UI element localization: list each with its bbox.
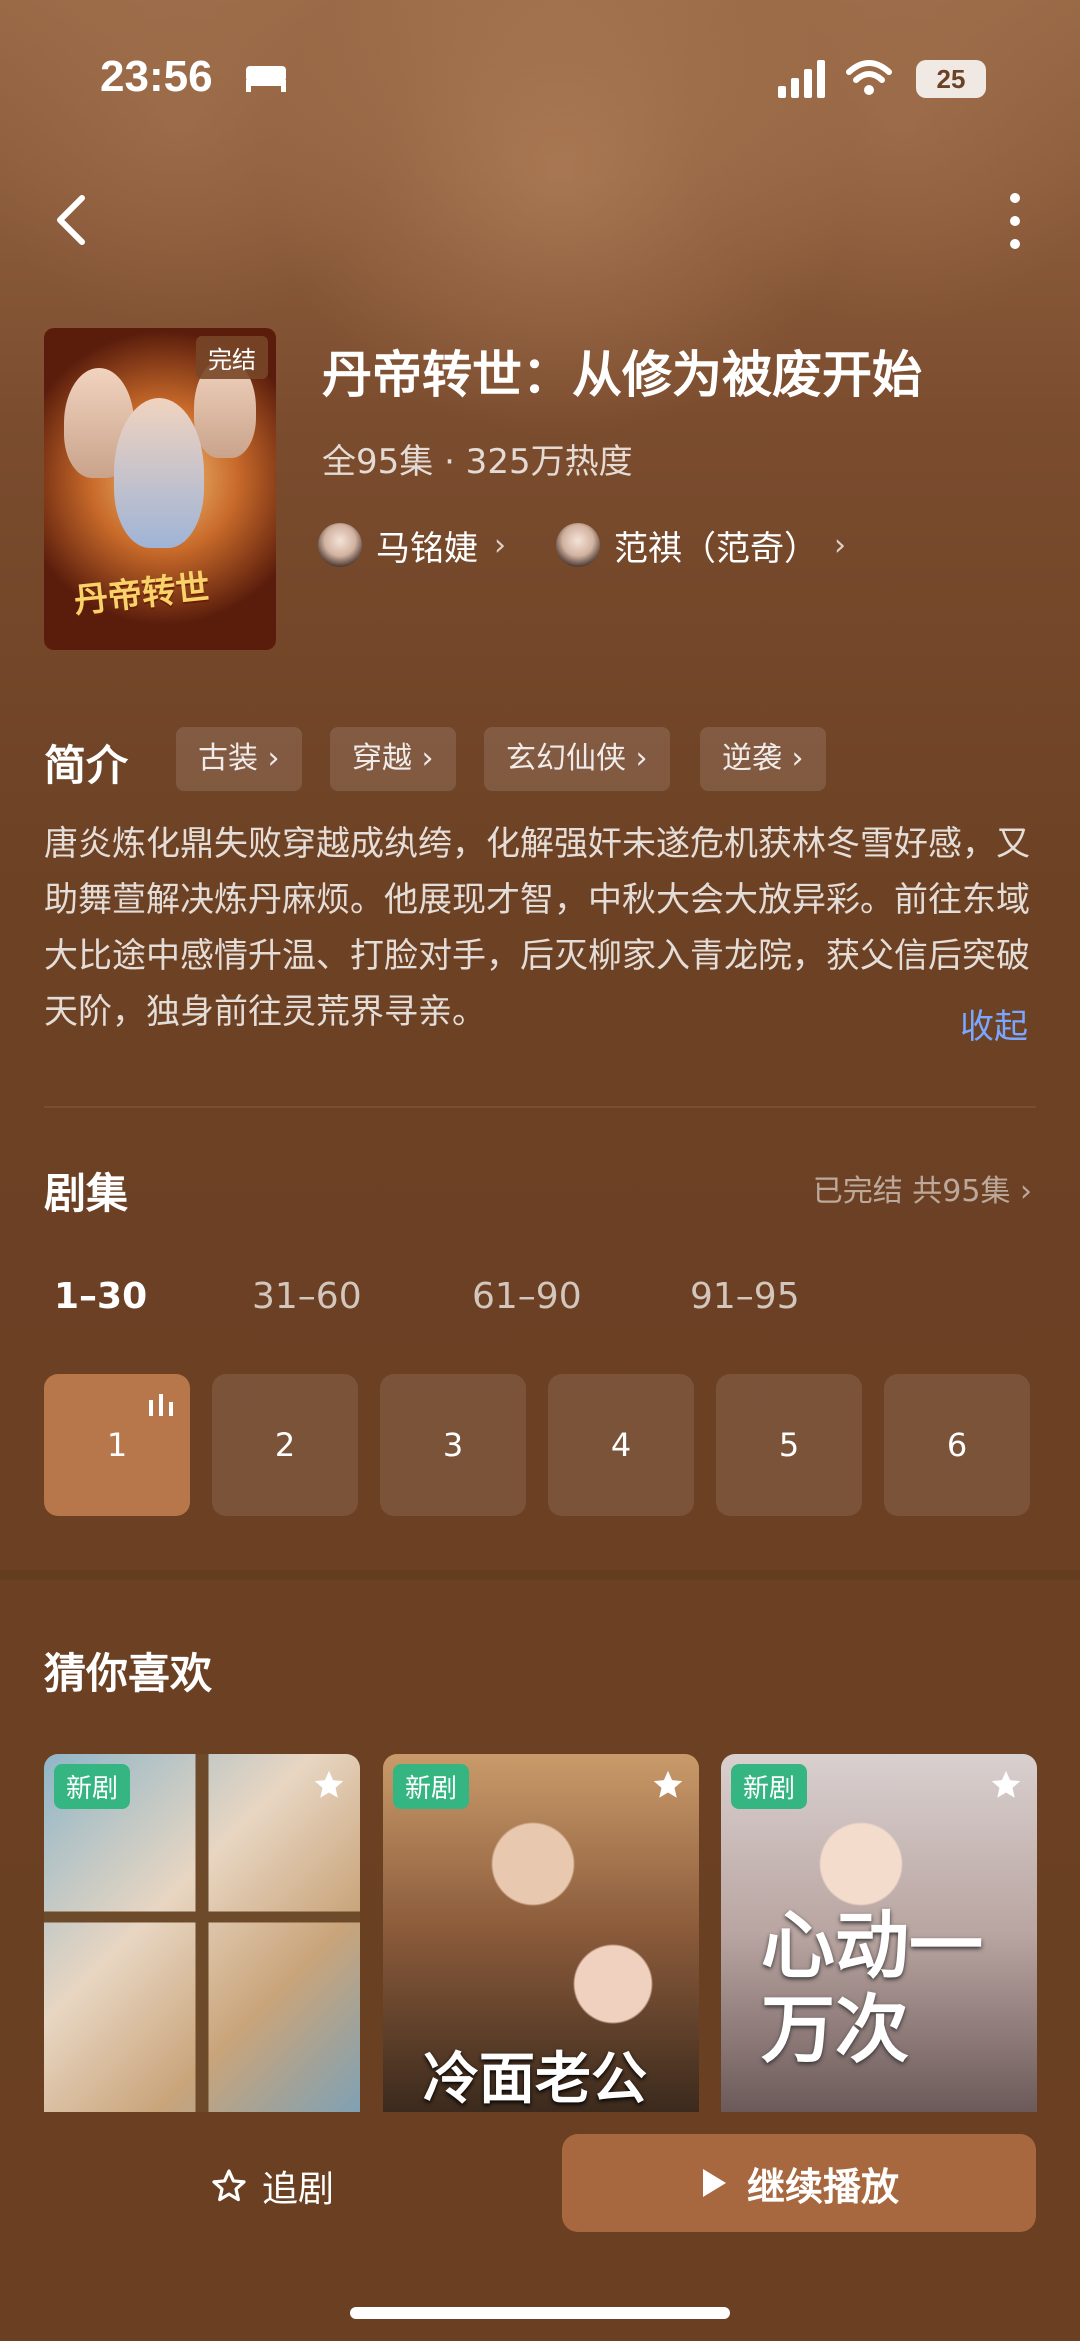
new-badge: 新剧 bbox=[393, 1764, 470, 1809]
drama-poster: 丹帝转世 完结 bbox=[44, 328, 276, 650]
new-badge: 新剧 bbox=[731, 1764, 808, 1809]
episode-number: 1 bbox=[106, 1426, 128, 1464]
episode-number: 2 bbox=[274, 1426, 296, 1464]
status-bar: 23:56 25 bbox=[0, 0, 1080, 160]
continue-play-button[interactable]: 继续播放 bbox=[562, 2134, 1036, 2232]
play-label: 继续播放 bbox=[746, 2164, 899, 2209]
card-title-art: 心动一万次 bbox=[761, 1903, 983, 2073]
poster-figure bbox=[114, 398, 204, 548]
actor-link-1[interactable]: 马铭婕 › bbox=[318, 520, 506, 570]
chevron-right-icon: › bbox=[834, 527, 846, 563]
drama-description: 唐炎炼化鼎失败穿越成纨绔，化解强奸未遂危机获林冬雪好感，又助舞萱解决炼丹麻烦。他… bbox=[44, 824, 1030, 1032]
now-playing-icon bbox=[149, 1394, 173, 1416]
recommend-card-2[interactable]: 冷面老公 新剧 bbox=[383, 1754, 699, 2112]
recommend-card-1[interactable]: 新剧 bbox=[44, 1754, 360, 2112]
range-tab-4[interactable]: 91–95 bbox=[690, 1276, 800, 1317]
tag-ancient[interactable]: 古装 › bbox=[176, 727, 302, 791]
collapse-link[interactable]: 收起 bbox=[960, 999, 1028, 1048]
drama-meta: 全95集 · 325万热度 bbox=[322, 442, 633, 482]
episode-button-2[interactable]: 2 bbox=[212, 1374, 358, 1516]
avatar bbox=[318, 523, 362, 567]
actor-name: 范祺（范奇） bbox=[614, 528, 818, 569]
cellular-signal-icon bbox=[778, 60, 825, 98]
tag-fantasy[interactable]: 玄幻仙侠 › bbox=[484, 727, 670, 791]
actor-name: 马铭婕 bbox=[376, 528, 478, 569]
episodes-heading: 剧集 bbox=[44, 1169, 129, 1218]
episode-button-1[interactable]: 1 bbox=[44, 1374, 190, 1516]
episode-button-6[interactable]: 6 bbox=[884, 1374, 1030, 1516]
episodes-status-link[interactable]: 已完结 共95集 › bbox=[813, 1166, 1032, 1210]
range-tab-3[interactable]: 61–90 bbox=[472, 1276, 582, 1317]
sleep-mode-icon bbox=[246, 66, 286, 92]
favorite-star-icon[interactable] bbox=[312, 1768, 346, 1802]
episode-button-3[interactable]: 3 bbox=[380, 1374, 526, 1516]
recommend-heading: 猜你喜欢 bbox=[44, 1649, 213, 1698]
range-tab-2[interactable]: 31–60 bbox=[252, 1276, 362, 1317]
episode-number: 4 bbox=[610, 1426, 632, 1464]
episode-button-4[interactable]: 4 bbox=[548, 1374, 694, 1516]
completed-badge: 完结 bbox=[196, 336, 268, 379]
section-separator bbox=[0, 1570, 1080, 1580]
poster-title-art: 丹帝转世 bbox=[72, 567, 212, 622]
episode-number: 3 bbox=[442, 1426, 464, 1464]
range-tab-1[interactable]: 1–30 bbox=[54, 1276, 147, 1317]
battery-indicator: 25 bbox=[916, 60, 986, 98]
play-icon bbox=[702, 2169, 726, 2197]
drama-title: 丹帝转世：从修为被废开始 bbox=[322, 346, 922, 404]
more-options-icon[interactable] bbox=[1000, 190, 1030, 252]
follow-label: 追剧 bbox=[262, 2169, 335, 2210]
favorite-star-icon[interactable] bbox=[989, 1768, 1023, 1802]
recommend-card-3[interactable]: 心动一万次 新剧 bbox=[721, 1754, 1037, 2112]
wifi-icon bbox=[846, 60, 892, 95]
new-badge: 新剧 bbox=[54, 1764, 131, 1809]
tag-time-travel[interactable]: 穿越 › bbox=[330, 727, 456, 791]
episode-number: 6 bbox=[946, 1426, 968, 1464]
follow-button[interactable]: 追剧 bbox=[210, 2158, 334, 2214]
card-title-art: 冷面老公 bbox=[423, 2046, 647, 2112]
favorite-star-icon[interactable] bbox=[651, 1768, 685, 1802]
status-time: 23:56 bbox=[100, 52, 213, 101]
actor-link-2[interactable]: 范祺（范奇） › bbox=[556, 520, 846, 570]
star-outline-icon bbox=[212, 2169, 246, 2202]
back-arrow-icon[interactable] bbox=[48, 190, 94, 250]
episode-button-5[interactable]: 5 bbox=[716, 1374, 862, 1516]
divider bbox=[44, 1106, 1036, 1108]
tag-comeback[interactable]: 逆袭 › bbox=[700, 727, 826, 791]
avatar bbox=[556, 523, 600, 567]
intro-heading: 简介 bbox=[44, 741, 129, 790]
home-indicator[interactable] bbox=[350, 2307, 730, 2319]
chevron-right-icon: › bbox=[494, 527, 506, 563]
episode-number: 5 bbox=[778, 1426, 800, 1464]
